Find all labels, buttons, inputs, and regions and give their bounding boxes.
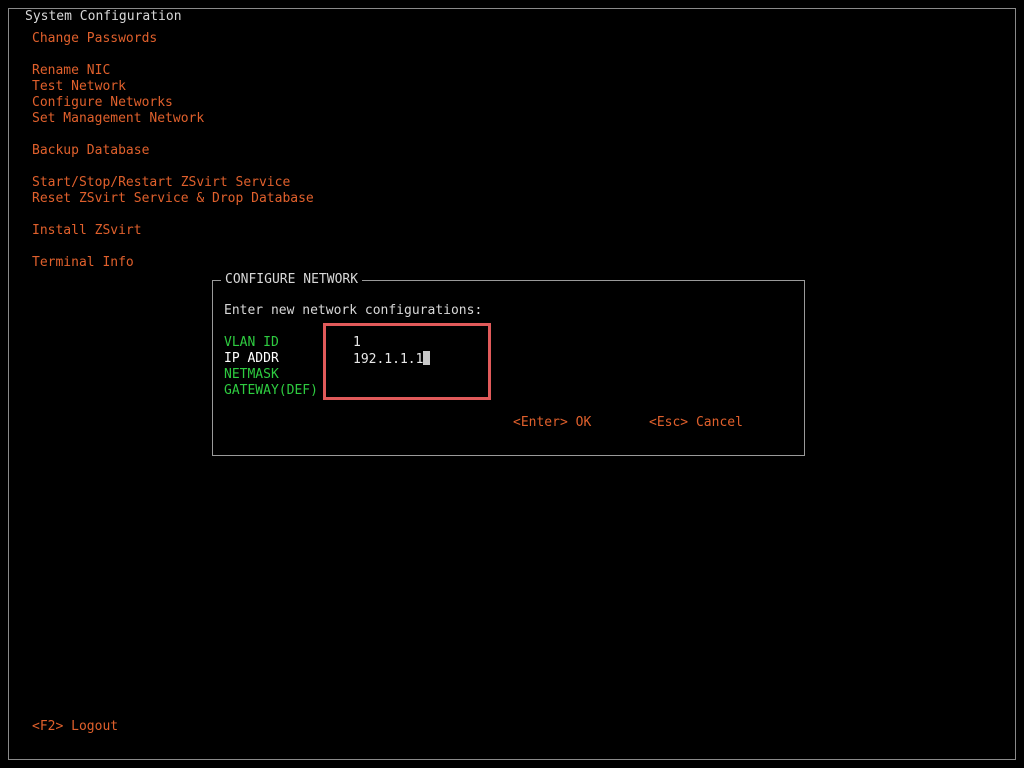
ip-addr-label: IP ADDR <box>224 351 279 366</box>
menu-item-configure-networks[interactable]: Configure Networks <box>32 95 173 111</box>
configure-network-dialog: CONFIGURE NETWORK Enter new network conf… <box>212 272 805 456</box>
menu-item-terminal-info[interactable]: Terminal Info <box>32 255 134 271</box>
window-title: System Configuration <box>21 9 186 25</box>
menu-item-reset-service-drop-database[interactable]: Reset ZSvirt Service & Drop Database <box>32 191 314 207</box>
logout-button[interactable]: <F2> Logout <box>32 719 118 735</box>
menu-item-backup-database[interactable]: Backup Database <box>32 143 149 159</box>
highlight-box <box>323 323 491 400</box>
menu-item-install-zsvirt[interactable]: Install ZSvirt <box>32 223 142 239</box>
menu-item-change-passwords[interactable]: Change Passwords <box>32 31 157 47</box>
menu-item-start-stop-restart-service[interactable]: Start/Stop/Restart ZSvirt Service <box>32 175 290 191</box>
cancel-button[interactable]: <Esc> Cancel <box>649 415 743 431</box>
netmask-label: NETMASK <box>224 367 279 382</box>
menu-item-test-network[interactable]: Test Network <box>32 79 126 95</box>
gateway-label: GATEWAY(DEF) <box>224 383 318 398</box>
dialog-title: CONFIGURE NETWORK <box>221 272 363 288</box>
vlan-id-label: VLAN ID <box>224 335 279 350</box>
ok-button[interactable]: <Enter> OK <box>513 415 591 431</box>
dialog-prompt: Enter new network configurations: <box>224 303 483 318</box>
menu-item-set-management-network[interactable]: Set Management Network <box>32 111 204 127</box>
menu-item-rename-nic[interactable]: Rename NIC <box>32 63 110 79</box>
